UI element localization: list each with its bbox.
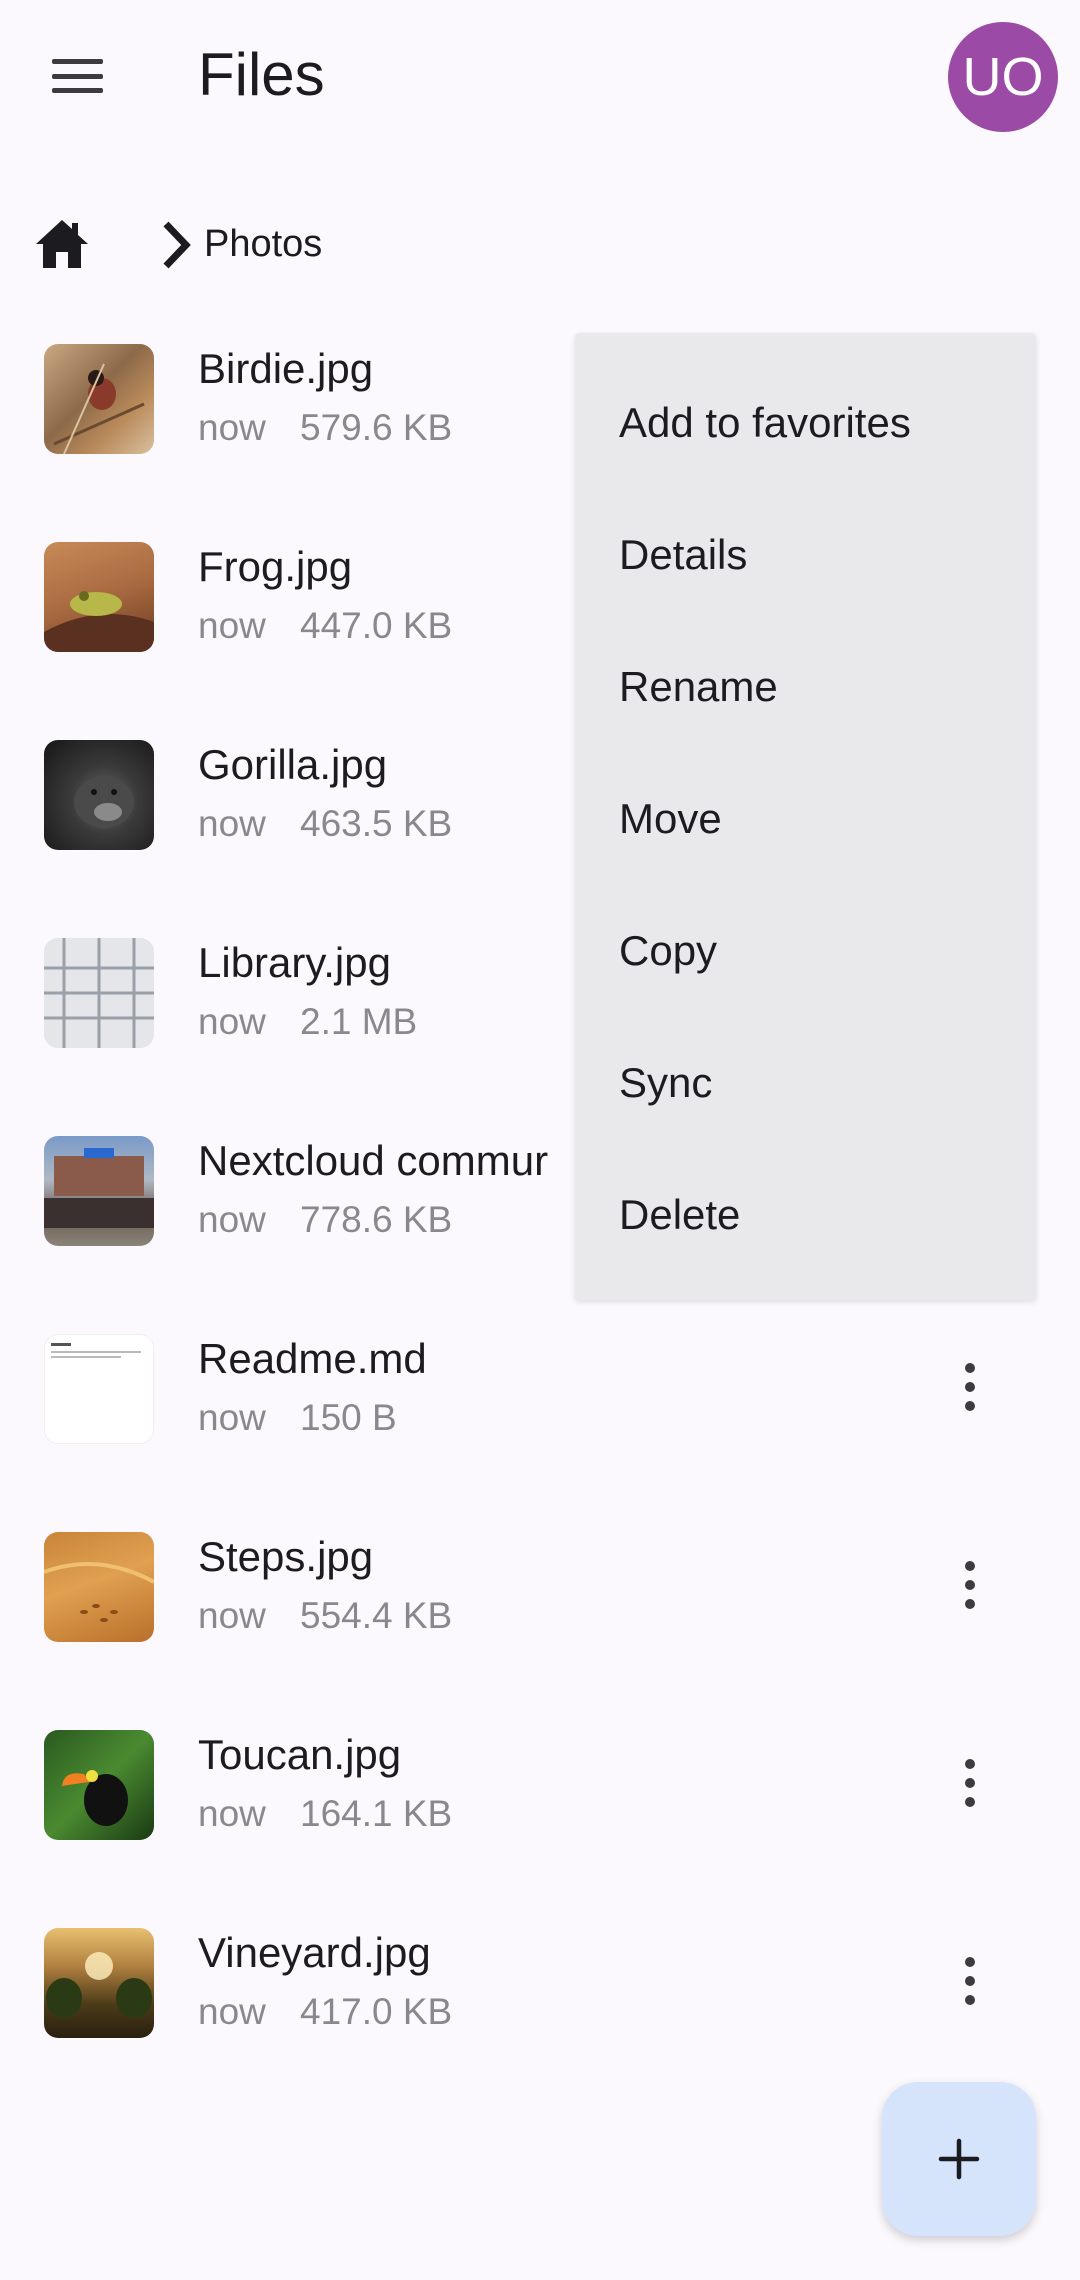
file-name: Library.jpg — [198, 939, 391, 986]
file-name: Toucan.jpg — [198, 1731, 402, 1778]
file-thumbnail — [44, 1532, 154, 1642]
menu-item-sync[interactable]: Sync — [575, 1028, 1036, 1138]
app-bar: Files UO — [0, 0, 1080, 150]
file-name: Vineyard.jpg — [198, 1929, 431, 1976]
file-time: now — [198, 1199, 266, 1240]
chevron-right-icon — [163, 221, 191, 269]
file-name: Frog.jpg — [198, 543, 353, 590]
breadcrumb-current[interactable]: Photos — [204, 222, 322, 266]
file-size: 778.6 KB — [300, 1199, 453, 1240]
file-meta: now 447.0 KB — [198, 604, 452, 648]
file-thumbnail — [44, 1730, 154, 1840]
file-row[interactable]: Toucan.jpg now 164.1 KB — [0, 1716, 1080, 1914]
file-time: now — [198, 1793, 266, 1834]
file-size: 447.0 KB — [300, 605, 453, 646]
file-name: Birdie.jpg — [198, 345, 374, 392]
add-fab-button[interactable] — [882, 2082, 1036, 2236]
page-title: Files — [198, 41, 325, 108]
file-time: now — [198, 605, 266, 646]
file-thumbnail — [44, 542, 154, 652]
file-meta: now 554.4 KB — [198, 1594, 452, 1638]
file-size: 417.0 KB — [300, 1991, 453, 2032]
file-thumbnail — [44, 1928, 154, 2038]
more-vert-icon[interactable] — [950, 1946, 990, 2016]
file-thumbnail — [44, 1334, 154, 1444]
file-meta: now 778.6 KB — [198, 1198, 452, 1242]
avatar[interactable]: UO — [948, 22, 1058, 132]
file-thumbnail — [44, 938, 154, 1048]
file-meta: now 164.1 KB — [198, 1792, 452, 1836]
file-time: now — [198, 803, 266, 844]
file-size: 554.4 KB — [300, 1595, 453, 1636]
menu-item-move[interactable]: Move — [575, 764, 1036, 874]
file-meta: now 150 B — [198, 1396, 397, 1440]
plus-icon — [938, 2138, 980, 2180]
file-row[interactable]: Steps.jpg now 554.4 KB — [0, 1518, 1080, 1716]
file-row[interactable]: Readme.md now 150 B — [0, 1320, 1080, 1518]
home-icon[interactable] — [34, 218, 90, 270]
file-size: 150 B — [300, 1397, 397, 1438]
file-size: 463.5 KB — [300, 803, 453, 844]
file-thumbnail — [44, 1136, 154, 1246]
menu-item-rename[interactable]: Rename — [575, 632, 1036, 742]
file-time: now — [198, 1991, 266, 2032]
file-size: 164.1 KB — [300, 1793, 453, 1834]
more-vert-icon[interactable] — [950, 1748, 990, 1818]
file-meta: now 417.0 KB — [198, 1990, 452, 2034]
file-meta: now 2.1 MB — [198, 1000, 417, 1044]
file-thumbnail — [44, 740, 154, 850]
file-thumbnail — [44, 344, 154, 454]
menu-item-copy[interactable]: Copy — [575, 896, 1036, 1006]
file-time: now — [198, 1595, 266, 1636]
menu-item-details[interactable]: Details — [575, 500, 1036, 610]
file-time: now — [198, 1397, 266, 1438]
menu-item-add-to-favorites[interactable]: Add to favorites — [575, 368, 1036, 478]
file-name: Steps.jpg — [198, 1533, 374, 1580]
file-name: Gorilla.jpg — [198, 741, 388, 788]
file-size: 2.1 MB — [300, 1001, 418, 1042]
file-name: Nextcloud commur — [198, 1137, 549, 1184]
hamburger-menu-icon[interactable] — [40, 50, 115, 102]
breadcrumb: Photos — [30, 208, 630, 278]
more-vert-icon[interactable] — [950, 1352, 990, 1422]
file-meta: now 579.6 KB — [198, 406, 452, 450]
menu-item-delete[interactable]: Delete — [575, 1160, 1036, 1270]
more-vert-icon[interactable] — [950, 1550, 990, 1620]
file-meta: now 463.5 KB — [198, 802, 452, 846]
file-time: now — [198, 1001, 266, 1042]
file-size: 579.6 KB — [300, 407, 453, 448]
context-menu: Add to favorites Details Rename Move Cop… — [575, 333, 1036, 1300]
file-time: now — [198, 407, 266, 448]
file-name: Readme.md — [198, 1335, 427, 1382]
